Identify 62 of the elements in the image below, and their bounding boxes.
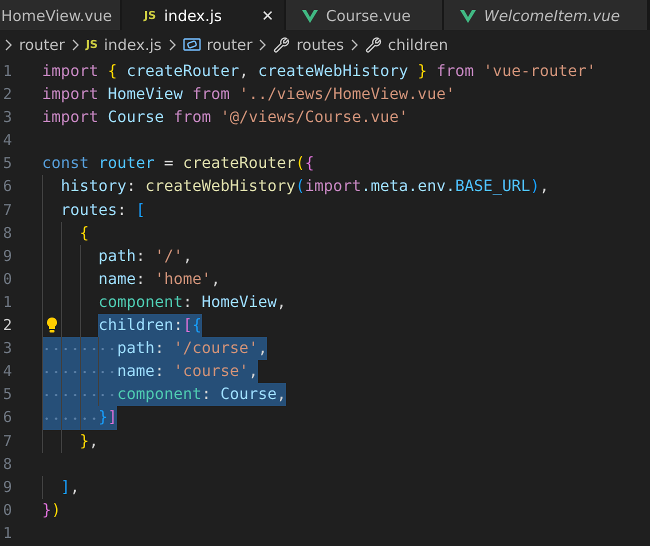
js-file-icon: JS	[144, 9, 156, 22]
code-line: path: '/course',	[42, 337, 268, 360]
line-number: 1	[2, 522, 12, 544]
code-line: import Course from '@/views/Course.vue'	[42, 107, 408, 128]
line-number: 2	[2, 315, 12, 336]
editor-tab[interactable]: WelcomeItem.vue	[444, 0, 647, 30]
chevron-right-icon	[350, 38, 359, 50]
breadcrumb-item[interactable]: routes	[273, 36, 344, 54]
code-line: {	[42, 222, 89, 245]
code-line: component: HomeView,	[42, 290, 286, 314]
lightbulb-icon[interactable]	[46, 317, 58, 334]
line-number: 3	[2, 338, 12, 360]
line-number: 8	[2, 222, 12, 244]
editor-tab[interactable]: Course.vue	[286, 0, 442, 30]
editor-tab[interactable]: JS index.js ✕	[122, 0, 284, 30]
vue-file-icon	[460, 8, 476, 22]
breadcrumb-item[interactable]: children	[364, 36, 448, 54]
code-line: const router = createRouter({	[42, 153, 314, 174]
breadcrumb-item[interactable]: JS index.js	[86, 36, 162, 54]
editor-tab[interactable]: HomeView.vue	[0, 0, 120, 30]
line-number: 4	[2, 130, 12, 152]
line-number: 6	[2, 407, 12, 428]
line-number: 1	[2, 292, 12, 313]
code-line: })	[42, 500, 61, 521]
close-icon[interactable]: ✕	[261, 6, 274, 24]
line-number: 5	[2, 153, 12, 174]
js-file-icon: JS	[86, 38, 98, 51]
code-line: history: createWebHistory(import.meta.env.BASE_URL),	[42, 175, 550, 199]
code-line: path: '/',	[42, 244, 192, 268]
variable-icon	[182, 36, 201, 53]
code-line: import HomeView from '../views/HomeView.vue'	[42, 84, 456, 106]
line-number: 1	[2, 61, 12, 82]
code-line: ],	[42, 476, 80, 499]
line-number: 8	[2, 454, 12, 475]
line-number: 5	[2, 384, 12, 406]
wrench-icon	[364, 36, 382, 53]
breadcrumb-item[interactable]: router	[19, 36, 65, 54]
line-number: 9	[2, 476, 12, 498]
line-number: 7	[2, 430, 12, 452]
chevron-right-icon	[168, 38, 177, 50]
line-number: 2	[2, 84, 12, 106]
code-line: name: 'course',	[42, 360, 258, 384]
code-line: import { createRouter, createWebHistory } from 'vue-router'	[42, 61, 596, 82]
line-number: 4	[2, 361, 12, 382]
chevron-right-icon	[70, 38, 80, 50]
code-line: name: 'home',	[42, 268, 220, 291]
wrench-icon	[273, 36, 290, 53]
code-line: },	[42, 430, 98, 453]
chevron-right-icon	[258, 38, 268, 50]
line-number: 7	[2, 200, 12, 221]
vue-file-icon	[302, 8, 318, 22]
code-line: component: Course,	[42, 383, 286, 406]
line-number: 0	[2, 268, 12, 290]
breadcrumb-item[interactable]: router	[182, 36, 252, 54]
line-number: 6	[2, 176, 12, 198]
line-number: 3	[2, 107, 12, 128]
chevron-right-icon	[4, 38, 13, 50]
code-line: }]	[42, 406, 118, 430]
code-line: children:[{	[42, 314, 202, 338]
code-line: routes: [	[42, 198, 146, 222]
line-number: 0	[2, 500, 12, 521]
line-number: 9	[2, 246, 12, 267]
